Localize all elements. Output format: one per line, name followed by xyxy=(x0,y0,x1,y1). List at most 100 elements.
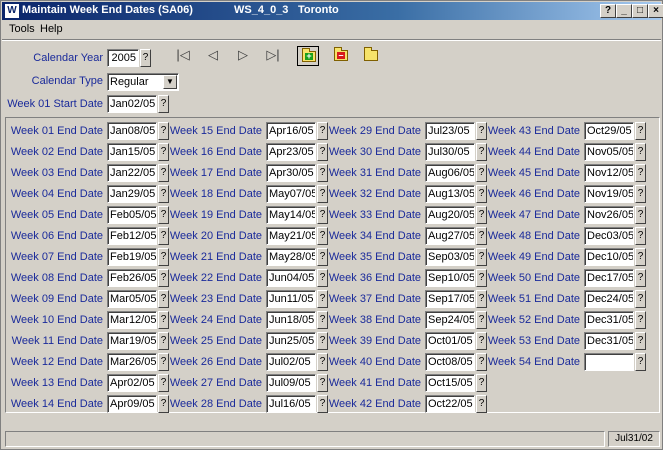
week-end-date-field[interactable]: Dec31/05 xyxy=(584,311,634,329)
week-end-lookup-button[interactable]: ? xyxy=(635,185,646,203)
week-end-date-field[interactable] xyxy=(584,353,634,371)
week-end-lookup-button[interactable]: ? xyxy=(635,269,646,287)
week-end-date-field[interactable]: May28/05 xyxy=(266,248,316,266)
chevron-down-icon[interactable]: ▼ xyxy=(163,75,177,89)
week-end-date-field[interactable]: Feb05/05 xyxy=(107,206,157,224)
close-button[interactable]: × xyxy=(648,4,663,18)
week-end-label: Week 43 End Date xyxy=(487,125,580,137)
remove-folder-icon[interactable]: – xyxy=(330,46,352,66)
week-end-lookup-button[interactable]: ? xyxy=(635,248,646,266)
week-end-date-field[interactable]: Sep24/05 xyxy=(425,311,475,329)
week-end-date-field[interactable]: Oct01/05 xyxy=(425,332,475,350)
week-end-lookup-button[interactable]: ? xyxy=(635,311,646,329)
week-end-label: Week 11 End Date xyxy=(11,335,103,347)
week-end-date-field[interactable]: Dec10/05 xyxy=(584,248,634,266)
week-end-lookup-button[interactable]: ? xyxy=(635,290,646,308)
week-end-lookup-button[interactable]: ? xyxy=(635,206,646,224)
week-end-date-field[interactable]: Oct15/05 xyxy=(425,374,475,392)
week-end-date-field[interactable]: Aug20/05 xyxy=(425,206,475,224)
menu-tools[interactable]: Tools xyxy=(9,23,35,35)
week-end-date-field[interactable]: Nov26/05 xyxy=(584,206,634,224)
status-bar: Jul31/02 xyxy=(5,431,660,447)
week-end-date-field[interactable]: Sep10/05 xyxy=(425,269,475,287)
week-end-date-field[interactable]: Dec24/05 xyxy=(584,290,634,308)
week-end-date-field[interactable]: Sep17/05 xyxy=(425,290,475,308)
week-end-date-field[interactable]: Dec31/05 xyxy=(584,332,634,350)
week-end-label: Week 04 End Date xyxy=(10,188,103,200)
week-end-date-field[interactable]: Dec03/05 xyxy=(584,227,634,245)
week-end-lookup-button[interactable]: ? xyxy=(635,164,646,182)
week-end-date-field[interactable]: Oct22/05 xyxy=(425,395,475,413)
app-icon: W xyxy=(5,4,19,18)
week01-start-field[interactable]: Jan02/05 xyxy=(107,95,157,113)
week-end-date-field[interactable]: Nov05/05 xyxy=(584,143,634,161)
week-end-date-field[interactable]: Jul16/05 xyxy=(266,395,316,413)
week-end-date-field[interactable]: Mar19/05 xyxy=(107,332,157,350)
week-end-date-field[interactable]: Apr23/05 xyxy=(266,143,316,161)
week-end-date-field[interactable]: Jan29/05 xyxy=(107,185,157,203)
open-folder-icon[interactable] xyxy=(360,46,382,66)
week-end-date-field[interactable]: Nov12/05 xyxy=(584,164,634,182)
week-end-date-field[interactable]: May14/05 xyxy=(266,206,316,224)
help-button[interactable]: ? xyxy=(600,4,616,18)
week-end-lookup-button[interactable]: ? xyxy=(635,332,646,350)
week-end-lookup-button[interactable]: ? xyxy=(476,374,487,392)
calendar-year-lookup-button[interactable]: ? xyxy=(140,49,151,67)
week-end-date-field[interactable]: Jan08/05 xyxy=(107,122,157,140)
week-end-date-field[interactable]: Mar12/05 xyxy=(107,311,157,329)
minimize-button[interactable]: _ xyxy=(616,4,632,18)
week-end-date-field[interactable]: May21/05 xyxy=(266,227,316,245)
week-end-date-field[interactable]: Mar26/05 xyxy=(107,353,157,371)
week-end-date-field[interactable]: Aug13/05 xyxy=(425,185,475,203)
week-end-lookup-button[interactable]: ? xyxy=(635,227,646,245)
week-end-lookup-button[interactable]: ? xyxy=(635,353,646,371)
week-end-date-field[interactable]: Sep03/05 xyxy=(425,248,475,266)
week-end-date-field[interactable]: Dec17/05 xyxy=(584,269,634,287)
week-end-lookup-button[interactable]: ? xyxy=(476,395,487,413)
week-end-date-field[interactable]: Oct29/05 xyxy=(584,122,634,140)
week-end-label: Week 42 End Date xyxy=(328,398,421,410)
calendar-type-value: Regular xyxy=(110,76,149,88)
next-record-icon[interactable]: ▷ xyxy=(233,47,253,65)
week-end-date-field[interactable]: Aug06/05 xyxy=(425,164,475,182)
week-end-date-field[interactable]: Nov19/05 xyxy=(584,185,634,203)
week-end-label: Week 53 End Date xyxy=(487,335,580,347)
week-end-date-field[interactable]: Apr30/05 xyxy=(266,164,316,182)
week-end-date-field[interactable]: Oct08/05 xyxy=(425,353,475,371)
week-end-label: Week 26 End Date xyxy=(169,356,262,368)
week01-start-lookup-button[interactable]: ? xyxy=(158,95,169,113)
calendar-year-label: Calendar Year xyxy=(33,52,103,64)
last-record-icon[interactable]: ▷| xyxy=(263,47,283,65)
title-bar[interactable]: W Maintain Week End Dates (SA06) WS_4_0_… xyxy=(2,2,663,20)
week-end-date-field[interactable]: Jun18/05 xyxy=(266,311,316,329)
add-folder-icon[interactable]: + xyxy=(297,46,319,66)
week-end-date-field[interactable]: Jul09/05 xyxy=(266,374,316,392)
calendar-year-field[interactable]: 2005 xyxy=(107,49,139,67)
week-end-date-field[interactable]: Aug27/05 xyxy=(425,227,475,245)
week-end-date-field[interactable]: Feb26/05 xyxy=(107,269,157,287)
week-end-date-field[interactable]: Feb12/05 xyxy=(107,227,157,245)
week-end-lookup-button[interactable]: ? xyxy=(635,143,646,161)
week-end-date-field[interactable]: Jul23/05 xyxy=(425,122,475,140)
week-end-date-field[interactable]: Feb19/05 xyxy=(107,248,157,266)
week-end-date-field[interactable]: Jul02/05 xyxy=(266,353,316,371)
menu-help[interactable]: Help xyxy=(40,23,63,35)
week-end-date-field[interactable]: Jan22/05 xyxy=(107,164,157,182)
week-end-date-field[interactable]: Apr16/05 xyxy=(266,122,316,140)
week-end-date-field[interactable]: May07/05 xyxy=(266,185,316,203)
week-end-lookup-button[interactable]: ? xyxy=(635,122,646,140)
week-end-date-field[interactable]: Jun11/05 xyxy=(266,290,316,308)
previous-record-icon[interactable]: ◁ xyxy=(203,47,223,65)
week-end-date-field[interactable]: Jan15/05 xyxy=(107,143,157,161)
week-end-label: Week 41 End Date xyxy=(328,377,421,389)
first-record-icon[interactable]: |◁ xyxy=(173,47,193,65)
week-end-date-field[interactable]: Mar05/05 xyxy=(107,290,157,308)
week-end-date-field[interactable]: Apr09/05 xyxy=(107,395,157,413)
week-end-date-field[interactable]: Jun04/05 xyxy=(266,269,316,287)
calendar-type-select[interactable]: Regular ▼ xyxy=(107,73,179,91)
maximize-button[interactable]: □ xyxy=(632,4,648,18)
week-end-date-field[interactable]: Apr02/05 xyxy=(107,374,157,392)
folder-icon: – xyxy=(334,47,348,61)
week-end-date-field[interactable]: Jul30/05 xyxy=(425,143,475,161)
week-end-date-field[interactable]: Jun25/05 xyxy=(266,332,316,350)
